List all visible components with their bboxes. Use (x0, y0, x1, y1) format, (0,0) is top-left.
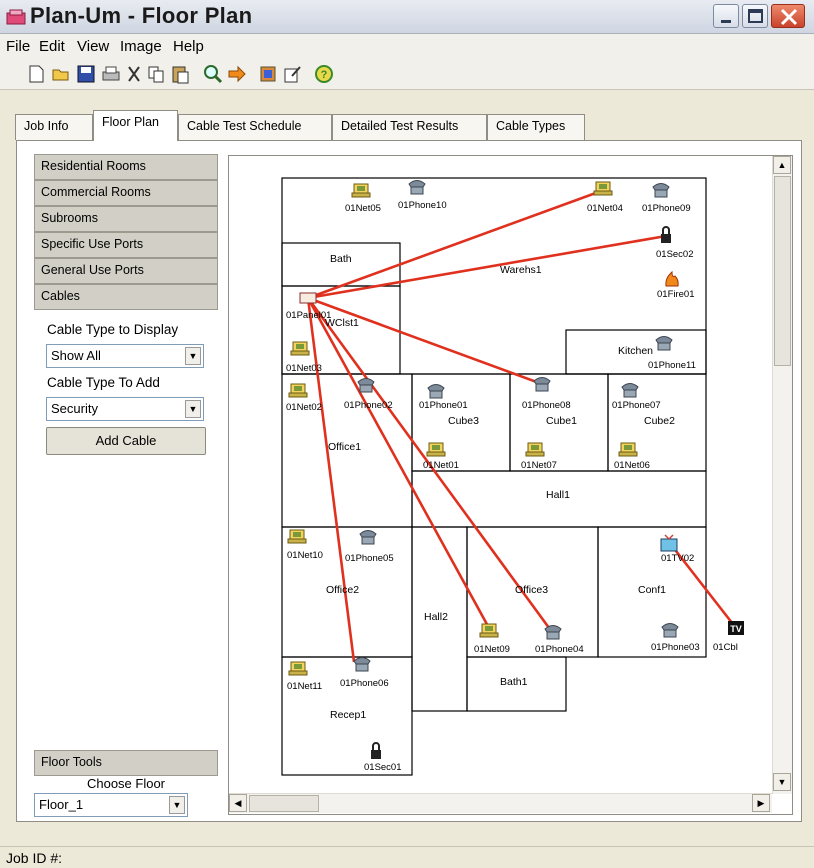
port-label: 01Net05 (345, 203, 381, 214)
port-label: 01Phone05 (345, 553, 394, 564)
room-office2: Office2 (326, 584, 359, 596)
port-label: 01Phone04 (535, 644, 584, 655)
horizontal-scrollbar[interactable]: ◀ ▶ (229, 793, 772, 813)
vertical-scroll-thumb[interactable] (774, 176, 791, 366)
lock-icon[interactable] (370, 742, 382, 760)
port-label: 01TV02 (661, 553, 694, 564)
computer-icon[interactable] (288, 383, 308, 398)
room-kitchen: Kitchen (618, 345, 653, 357)
phone-icon[interactable] (357, 378, 375, 393)
phone-icon[interactable] (652, 183, 670, 198)
port-label: 01Net10 (287, 550, 323, 561)
scroll-down-icon[interactable]: ▼ (773, 773, 791, 791)
port-label: 01Sec02 (656, 249, 694, 260)
computer-icon[interactable] (618, 442, 638, 457)
horizontal-scroll-thumb[interactable] (249, 795, 319, 812)
scroll-left-icon[interactable]: ◀ (229, 794, 247, 812)
computer-icon[interactable] (426, 442, 446, 457)
cable-tv-icon[interactable] (728, 621, 744, 635)
room-recep1: Recep1 (330, 709, 366, 721)
computer-icon[interactable] (351, 183, 371, 198)
port-label: 01Phone03 (651, 642, 700, 653)
room-bath1: Bath1 (500, 676, 528, 688)
room-office1: Office1 (328, 441, 361, 453)
phone-icon[interactable] (544, 625, 562, 640)
port-label: 01Sec01 (364, 762, 402, 773)
computer-icon[interactable] (479, 623, 499, 638)
room-conf1: Conf1 (638, 584, 666, 596)
port-label: 01Net11 (287, 681, 322, 692)
panel-icon[interactable] (299, 292, 317, 304)
vertical-scrollbar[interactable]: ▲ ▼ (772, 156, 792, 794)
phone-icon[interactable] (655, 336, 673, 351)
phone-icon[interactable] (408, 180, 426, 195)
computer-icon[interactable] (287, 529, 307, 544)
port-label: 01Net02 (286, 402, 322, 413)
phone-icon[interactable] (533, 377, 551, 392)
room-cube1: Cube1 (546, 415, 577, 427)
phone-icon[interactable] (353, 657, 371, 672)
room-cube2: Cube2 (644, 415, 675, 427)
computer-icon[interactable] (288, 661, 308, 676)
room-hall1: Hall1 (546, 489, 570, 501)
port-label: 01Net09 (474, 644, 510, 655)
port-label: 01Net06 (614, 460, 650, 471)
lock-icon[interactable] (660, 226, 672, 244)
port-label: 01Fire01 (657, 289, 695, 300)
computer-icon[interactable] (593, 181, 613, 196)
port-label: 01Panel01 (286, 310, 331, 321)
port-label: 01Net01 (423, 460, 459, 471)
status-bar: Job ID #: (0, 846, 814, 868)
phone-icon[interactable] (427, 384, 445, 399)
room-office3: Office3 (515, 584, 548, 596)
phone-icon[interactable] (661, 623, 679, 638)
port-label: 01Net07 (521, 460, 557, 471)
port-label: 01Phone07 (612, 400, 661, 411)
room-bath: Bath (330, 253, 352, 265)
port-label: 01Cbl (713, 642, 738, 653)
port-label: 01Phone09 (642, 203, 691, 214)
port-label: 01Phone08 (522, 400, 571, 411)
computer-icon[interactable] (290, 341, 310, 356)
port-label: 01Phone06 (340, 678, 389, 689)
room-cube3: Cube3 (448, 415, 479, 427)
job-id-label: Job ID #: (6, 850, 63, 866)
tv-icon[interactable] (660, 534, 678, 552)
room-hall2: Hall2 (424, 611, 448, 623)
port-label: 01Net04 (587, 203, 623, 214)
port-label: 01Phone02 (344, 400, 393, 411)
port-label: 01Phone11 (648, 360, 696, 371)
port-label: 01Phone10 (398, 200, 447, 211)
computer-icon[interactable] (525, 442, 545, 457)
port-label: 01Net03 (286, 363, 322, 374)
phone-icon[interactable] (359, 530, 377, 545)
tab-floor-plan[interactable]: Floor Plan (93, 110, 178, 141)
scroll-up-icon[interactable]: ▲ (773, 156, 791, 174)
port-label: 01Phone01 (419, 400, 468, 411)
room-warehs1: Warehs1 (500, 264, 542, 276)
fire-icon[interactable] (665, 271, 679, 287)
scroll-right-icon[interactable]: ▶ (752, 794, 770, 812)
phone-icon[interactable] (621, 383, 639, 398)
